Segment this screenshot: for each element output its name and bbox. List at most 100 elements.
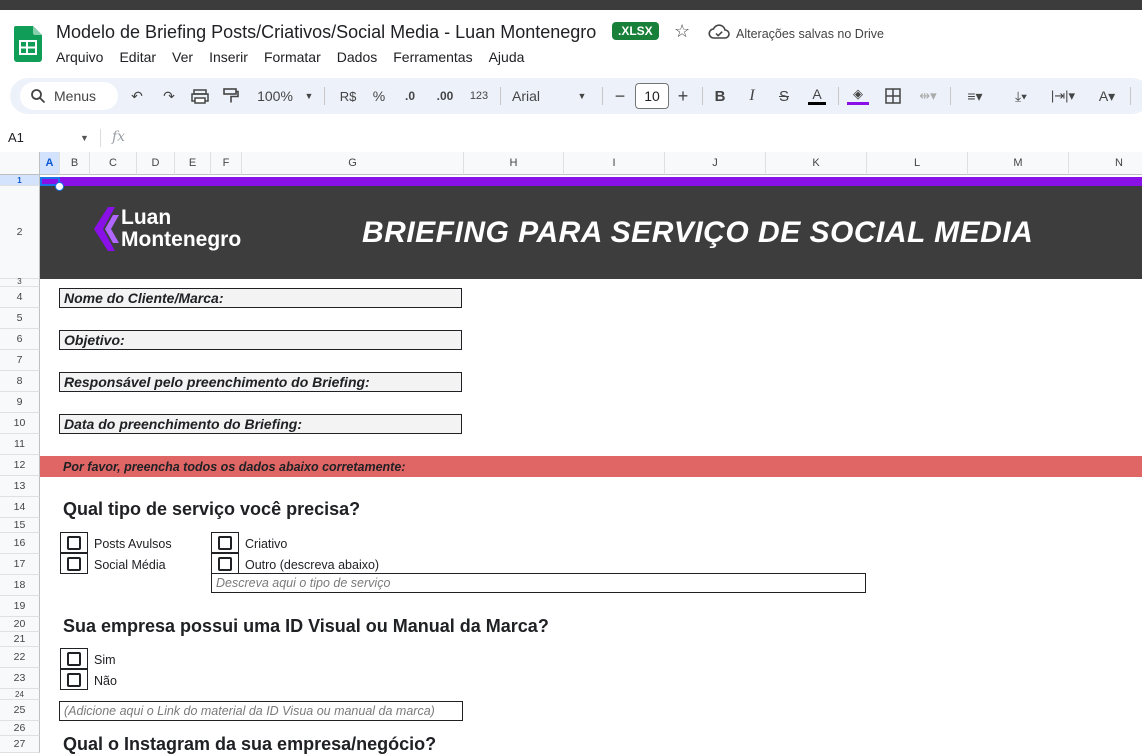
column-header-l[interactable]: L (867, 152, 968, 175)
checkbox-nao[interactable] (60, 669, 88, 690)
number-format-button[interactable]: 123 (466, 78, 492, 114)
menu-search[interactable]: Menus (20, 82, 118, 110)
menu-dados[interactable]: Dados (337, 49, 377, 65)
text-color-icon[interactable]: A (806, 78, 828, 114)
currency-format-button[interactable]: R$ (336, 78, 360, 114)
visual-id-link-input[interactable]: (Adicione aqui o Link do material da ID … (59, 701, 463, 721)
cloud-saved-icon[interactable] (708, 24, 730, 40)
field-date[interactable]: Data do preenchimento do Briefing: (59, 414, 462, 434)
increase-font-size-icon[interactable]: + (674, 78, 692, 114)
column-header-d[interactable]: D (137, 152, 175, 175)
row-header-18[interactable]: 18 (0, 575, 40, 596)
align-vertical-icon[interactable]: ⤓▾ (1004, 78, 1038, 114)
column-header-a[interactable]: A (40, 152, 60, 175)
column-header-j[interactable]: J (665, 152, 766, 175)
field-responsible[interactable]: Responsável pelo preenchimento do Briefi… (59, 372, 462, 392)
row-header-27[interactable]: 27 (0, 736, 40, 753)
star-icon[interactable]: ☆ (674, 21, 690, 42)
chevron-down-icon[interactable]: ▼ (303, 78, 315, 114)
redo-icon[interactable]: ↷ (158, 78, 180, 114)
checkbox-social-media[interactable] (60, 553, 88, 574)
column-header-n[interactable]: N (1069, 152, 1142, 175)
column-header-g[interactable]: G (242, 152, 464, 175)
column-header-m[interactable]: M (968, 152, 1069, 175)
decrease-decimal-button[interactable]: .0 (399, 78, 421, 114)
menu-ver[interactable]: Ver (172, 49, 193, 65)
paint-format-icon[interactable] (222, 78, 240, 114)
menu-editar[interactable]: Editar (119, 49, 156, 65)
purple-top-band (40, 177, 1142, 186)
sheets-logo-icon[interactable] (14, 26, 42, 62)
name-box[interactable]: A1 (8, 130, 24, 145)
row-header-24[interactable]: 24 (0, 689, 40, 700)
save-status[interactable]: Alterações salvas no Drive (736, 27, 884, 41)
row-header-8[interactable]: 8 (0, 371, 40, 392)
row-header-5[interactable]: 5 (0, 308, 40, 329)
merge-cells-icon[interactable]: ⇹▾ (912, 78, 944, 114)
column-header-e[interactable]: E (175, 152, 211, 175)
row-header-17[interactable]: 17 (0, 554, 40, 575)
menu-ferramentas[interactable]: Ferramentas (393, 49, 472, 65)
service-description-input[interactable]: Descreva aqui o tipo de serviço (211, 573, 866, 593)
chevron-down-icon[interactable]: ▼ (576, 78, 588, 114)
row-header-3[interactable]: 3 (0, 277, 40, 287)
row-header-11[interactable]: 11 (0, 434, 40, 455)
font-size-input[interactable]: 10 (635, 83, 669, 109)
zoom-select[interactable]: 100% (254, 78, 296, 114)
decrease-font-size-icon[interactable]: − (612, 78, 628, 114)
increase-decimal-button[interactable]: .00 (432, 78, 458, 114)
row-header-19[interactable]: 19 (0, 596, 40, 617)
row-header-16[interactable]: 16 (0, 533, 40, 554)
column-header-k[interactable]: K (766, 152, 867, 175)
row-header-15[interactable]: 15 (0, 518, 40, 533)
row-header-7[interactable]: 7 (0, 350, 40, 371)
borders-icon[interactable] (884, 78, 902, 114)
field-objective[interactable]: Objetivo: (59, 330, 462, 350)
row-header-25[interactable]: 25 (0, 700, 40, 721)
font-family-select[interactable]: Arial (512, 78, 552, 114)
undo-icon[interactable]: ↶ (126, 78, 148, 114)
row-header-10[interactable]: 10 (0, 413, 40, 434)
menu-ajuda[interactable]: Ajuda (489, 49, 525, 65)
row-header-22[interactable]: 22 (0, 647, 40, 668)
row-header-13[interactable]: 13 (0, 476, 40, 497)
checkbox-sim[interactable] (60, 648, 88, 669)
row-header-26[interactable]: 26 (0, 721, 40, 736)
field-client-name[interactable]: Nome do Cliente/Marca: (59, 288, 462, 308)
checkbox-posts-avulsos[interactable] (60, 532, 88, 553)
row-header-21[interactable]: 21 (0, 632, 40, 647)
menu-formatar[interactable]: Formatar (264, 49, 321, 65)
checkbox-outro[interactable] (211, 553, 239, 574)
checkbox-criativo[interactable] (211, 532, 239, 553)
print-icon[interactable] (190, 78, 210, 114)
document-title[interactable]: Modelo de Briefing Posts/Criativos/Socia… (56, 22, 596, 43)
brand-name: Luan Montenegro (121, 207, 241, 251)
column-header-f[interactable]: F (211, 152, 242, 175)
align-horizontal-icon[interactable]: ≡▾ (958, 78, 992, 114)
column-header-b[interactable]: B (60, 152, 90, 175)
italic-icon[interactable]: I (742, 78, 762, 114)
menu-arquivo[interactable]: Arquivo (56, 49, 103, 65)
column-header-h[interactable]: H (464, 152, 564, 175)
strikethrough-icon[interactable]: S (774, 78, 794, 114)
text-rotation-icon[interactable]: A▾ (1090, 78, 1124, 114)
fill-color-icon[interactable]: ◈ (846, 78, 870, 114)
row-header-23[interactable]: 23 (0, 668, 40, 689)
row-header-4[interactable]: 4 (0, 287, 40, 308)
row-header-12[interactable]: 12 (0, 455, 40, 476)
chevron-down-icon[interactable]: ▼ (80, 133, 89, 143)
row-header-6[interactable]: 6 (0, 329, 40, 350)
column-header-c[interactable]: C (90, 152, 137, 175)
row-header-2[interactable]: 2 (0, 186, 40, 279)
row-header-1[interactable]: 1 (0, 175, 40, 186)
row-header-9[interactable]: 9 (0, 392, 40, 413)
row-header-20[interactable]: 20 (0, 617, 40, 632)
select-all-corner[interactable] (0, 152, 40, 175)
text-wrap-icon[interactable]: |⇥|▾ (1046, 78, 1080, 114)
row-header-14[interactable]: 14 (0, 497, 40, 518)
percent-format-button[interactable]: % (370, 78, 388, 114)
column-header-i[interactable]: I (564, 152, 665, 175)
menu-inserir[interactable]: Inserir (209, 49, 248, 65)
fill-handle[interactable] (55, 182, 64, 191)
bold-icon[interactable]: B (710, 78, 730, 114)
